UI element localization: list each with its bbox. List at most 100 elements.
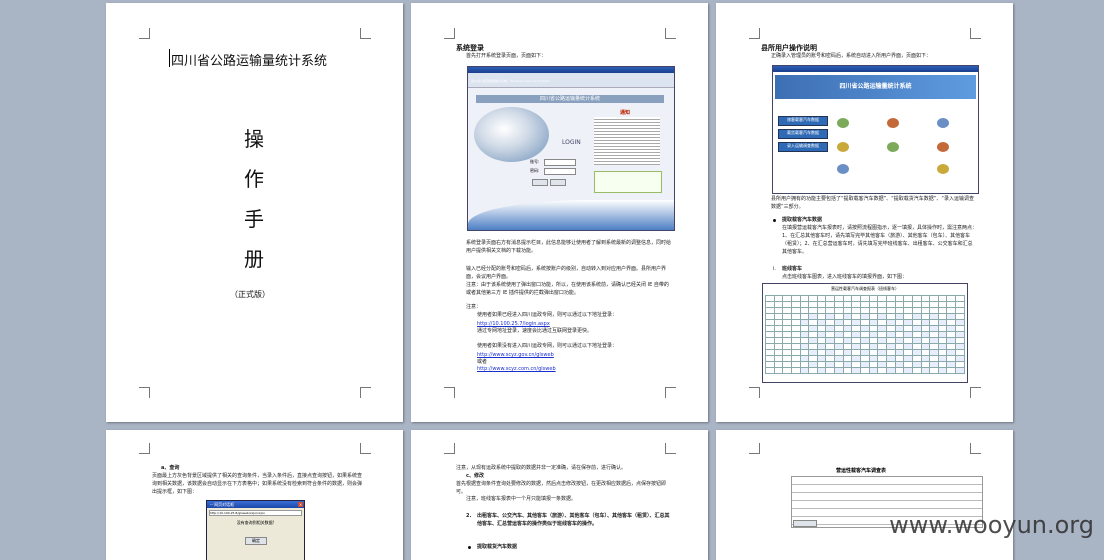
crop-mark: [360, 387, 371, 398]
bus-report-screenshot: 营运性载客汽车调查报表（班线客车）: [762, 283, 968, 383]
grid-cell[interactable]: [851, 367, 862, 374]
report-title: 营运性载客汽车调查报表（班线客车）: [831, 286, 899, 291]
bullet-icon: [773, 219, 776, 222]
text-cursor: [169, 49, 170, 67]
login-banner: 四川省公路运输量统计系统: [476, 95, 664, 103]
grid-cell[interactable]: [877, 367, 887, 374]
note-label: 注意：: [466, 304, 482, 310]
internet-link-1[interactable]: http://www.scyz.gov.cn/glsweb: [477, 351, 554, 359]
crop-mark: [360, 28, 371, 39]
grid-cell[interactable]: [799, 367, 810, 374]
login-button[interactable]: [532, 179, 548, 186]
grid-cell: [773, 367, 784, 374]
crop-mark: [749, 443, 760, 454]
crop-mark: [444, 387, 455, 398]
grid-cell[interactable]: [816, 367, 827, 374]
sub-heading: 班线客车: [782, 266, 803, 272]
grid-cell[interactable]: [808, 367, 818, 374]
menu-freight-data[interactable]: 载货载客汽车数据: [778, 129, 828, 139]
section-label: a、查询: [161, 465, 180, 471]
paragraph: 正确录入管理员的账号和密码后，系统自动进入所用户界面，页面如下：: [771, 53, 932, 59]
form-title: 营运性载客汽车调查表: [836, 468, 887, 474]
document-page-5[interactable]: 注意，从现有运政系统中提取的数据并非一定准确，请在保存前，进行确认。 c、修改 …: [411, 430, 708, 560]
manual-char-1: 操: [244, 127, 264, 151]
dialog-message: 没有查询到相关数据!: [236, 520, 275, 525]
county-banner: 四川省公路运输量统计系统: [775, 75, 976, 99]
report-grid: [765, 295, 965, 374]
grid-cell: [790, 367, 801, 374]
paragraph: 系统登录页面右方有消息提示栏目，此信息能够让使用者了解到系统最新的调整信息，同时…: [466, 240, 672, 254]
crop-mark: [665, 28, 676, 39]
flow-diagram: [835, 114, 973, 184]
crop-mark: [360, 443, 371, 454]
grid-cell[interactable]: [955, 367, 965, 374]
document-page-1[interactable]: 四川省公路运输量统计系统 操 作 手 册 （正式版）: [106, 3, 403, 422]
paragraph: 在填报营运载客汽车报表时，请按照流程图指示，逐一填报，具体操作时，需注意两点：1…: [782, 225, 978, 255]
paragraph: 通过专网地址登录，速度会比通过互联网登录更快。: [477, 328, 593, 334]
manual-char-2: 作: [244, 167, 264, 191]
grid-cell[interactable]: [894, 367, 905, 374]
document-page-3[interactable]: 县所用户操作说明 正确录入管理员的账号和密码后，系统自动进入所用户界面，页面如下…: [716, 3, 1013, 422]
paragraph: 注意：由于该系统使用了弹出窗口功能，所以，在使用该系统前，请确认已经关闭 IE …: [466, 282, 669, 296]
grid-cell[interactable]: [937, 367, 948, 374]
crop-mark: [970, 443, 981, 454]
grid-cell[interactable]: [860, 367, 870, 374]
grid-cell: [765, 367, 775, 374]
item-label: 2.: [466, 513, 472, 519]
grid-cell[interactable]: [946, 367, 957, 374]
browser-title-bar: [773, 66, 978, 72]
reset-button[interactable]: [550, 179, 566, 186]
document-page-6[interactable]: 营运性载客汽车调查表: [716, 430, 1013, 560]
login-footer-wave: [468, 200, 674, 230]
document-page-2[interactable]: 系统登录 首先打开系统登录页面，页面如下： 四川省公路运输量统计系统 - Win…: [411, 3, 708, 422]
paragraph: 首先根据查询条件查询处要修改的数据，然后点击修改按钮，在更改相应数据后，点保存按…: [456, 481, 667, 495]
county-user-screenshot: 四川省公路运输量统计系统 旅客载客汽车数据 载货载客汽车数据 录入运输调查数据: [772, 65, 979, 194]
grid-cell[interactable]: [842, 367, 853, 374]
username-input[interactable]: [544, 159, 576, 166]
paragraph: 页面最上方灰色背景区域提供了相关的查询条件，当录入条件后，直接点查询按钮，如果系…: [152, 473, 363, 495]
dialog-ok-button[interactable]: 确定: [245, 537, 267, 545]
password-label: 密码:: [530, 168, 540, 173]
login-screenshot: 四川省公路运输量统计系统 - Windows Internet Explorer…: [467, 66, 675, 231]
paragraph: 注意，班线客车报表中一个月只能填报一条数据。: [466, 496, 577, 502]
crop-mark: [139, 28, 150, 39]
notice-title: 通知: [620, 110, 631, 116]
form-button[interactable]: [793, 520, 817, 527]
login-word: LOGIN: [562, 139, 581, 146]
grid-cell[interactable]: [868, 367, 879, 374]
crop-mark: [970, 387, 981, 398]
internet-link-2[interactable]: http://www.scyz.com.cn/glsweb: [477, 365, 556, 373]
crop-mark: [970, 28, 981, 39]
dialog-url: http://10.100.25.8/glsweb/xxjx/xxjxx: [209, 510, 302, 516]
bullet-heading: 提取载货汽车数据: [477, 544, 518, 550]
menu-passenger-data[interactable]: 旅客载客汽车数据: [778, 116, 828, 126]
manual-char-4: 册: [244, 247, 264, 271]
section-label: c、修改: [466, 473, 484, 479]
grid-cell[interactable]: [885, 367, 896, 374]
crop-mark: [444, 28, 455, 39]
paragraph: 使用者如果没有进入四川运政专网，则可以通过以下地址登录：: [477, 343, 618, 349]
grid-cell[interactable]: [825, 367, 836, 374]
crop-mark: [444, 443, 455, 454]
sub-label: i.: [773, 266, 776, 272]
grid-cell[interactable]: [903, 367, 913, 374]
username-label: 账号:: [530, 159, 540, 164]
password-input[interactable]: [544, 168, 576, 175]
grid-cell[interactable]: [920, 367, 931, 374]
crop-mark: [139, 387, 150, 398]
paragraph: 出租客车、公交汽车、其他客车（旅游）、其他客车（包车）、其他客车（租赁）、汇总其…: [477, 513, 670, 527]
crop-mark: [139, 443, 150, 454]
watermark: www.wooyun.org: [889, 511, 1094, 539]
dialog-title-bar: -- 网页对话框 ×: [207, 501, 304, 508]
paragraph: 使用者如果已经进入四川运政专网，则可以通过以下地址登录：: [477, 312, 618, 318]
close-icon[interactable]: ×: [298, 502, 303, 507]
notice-text: [594, 117, 660, 165]
document-page-4[interactable]: a、查询 页面最上方灰色背景区域提供了相关的查询条件，当录入条件后，直接点查询按…: [106, 430, 403, 560]
grid-cell[interactable]: [929, 367, 939, 374]
paragraph: 输入已经分配的账号和密码后，系统按账户的级别，自动转入到对应用户界面。县所用户界…: [466, 266, 667, 280]
grid-cell[interactable]: [911, 367, 922, 374]
menu-survey-data[interactable]: 录入运输调查数据: [778, 142, 828, 152]
alert-dialog: -- 网页对话框 × http://10.100.25.8/glsweb/xxj…: [206, 500, 305, 560]
grid-cell[interactable]: [834, 367, 844, 374]
crop-mark: [665, 387, 676, 398]
